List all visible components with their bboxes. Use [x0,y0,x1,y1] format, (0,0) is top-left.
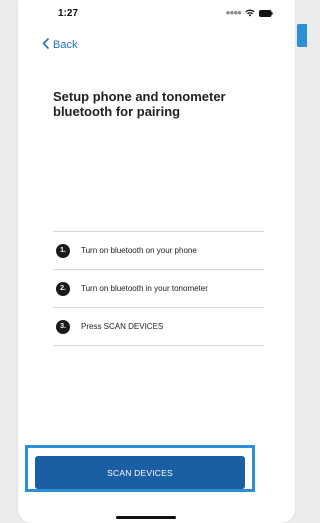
wifi-icon [245,9,255,17]
scan-devices-button[interactable]: SCAN DEVICES [35,456,245,489]
page-title: Setup phone and tonometer bluetooth for … [53,89,226,119]
status-time: 1:27 [58,8,79,19]
step-number-badge: 2. [56,281,70,296]
step-text: Turn on bluetooth on your phone [81,246,197,255]
home-indicator [116,516,176,519]
back-button[interactable]: Back [42,36,77,54]
step-text: Press SCAN DEVICES [81,322,164,331]
step-item: 3. Press SCAN DEVICES [53,308,264,346]
signal-dots-icon: ●●●● [225,8,242,17]
chevron-left-icon [42,36,49,54]
step-text: Turn on bluetooth in your tonometer [81,284,208,293]
back-label: Back [53,39,78,51]
step-number-badge: 3. [56,319,70,334]
accent-tab [297,24,307,47]
battery-icon [259,9,273,17]
steps-list: 1. Turn on bluetooth on your phone 2. Tu… [53,231,264,346]
step-number-badge: 1. [56,243,70,258]
step-item: 1. Turn on bluetooth on your phone [53,232,264,270]
status-icons: ●●●● [226,9,273,17]
status-bar: 1:27 ●●●● [18,0,295,26]
step-item: 2. Turn on bluetooth in your tonometer [53,270,264,308]
